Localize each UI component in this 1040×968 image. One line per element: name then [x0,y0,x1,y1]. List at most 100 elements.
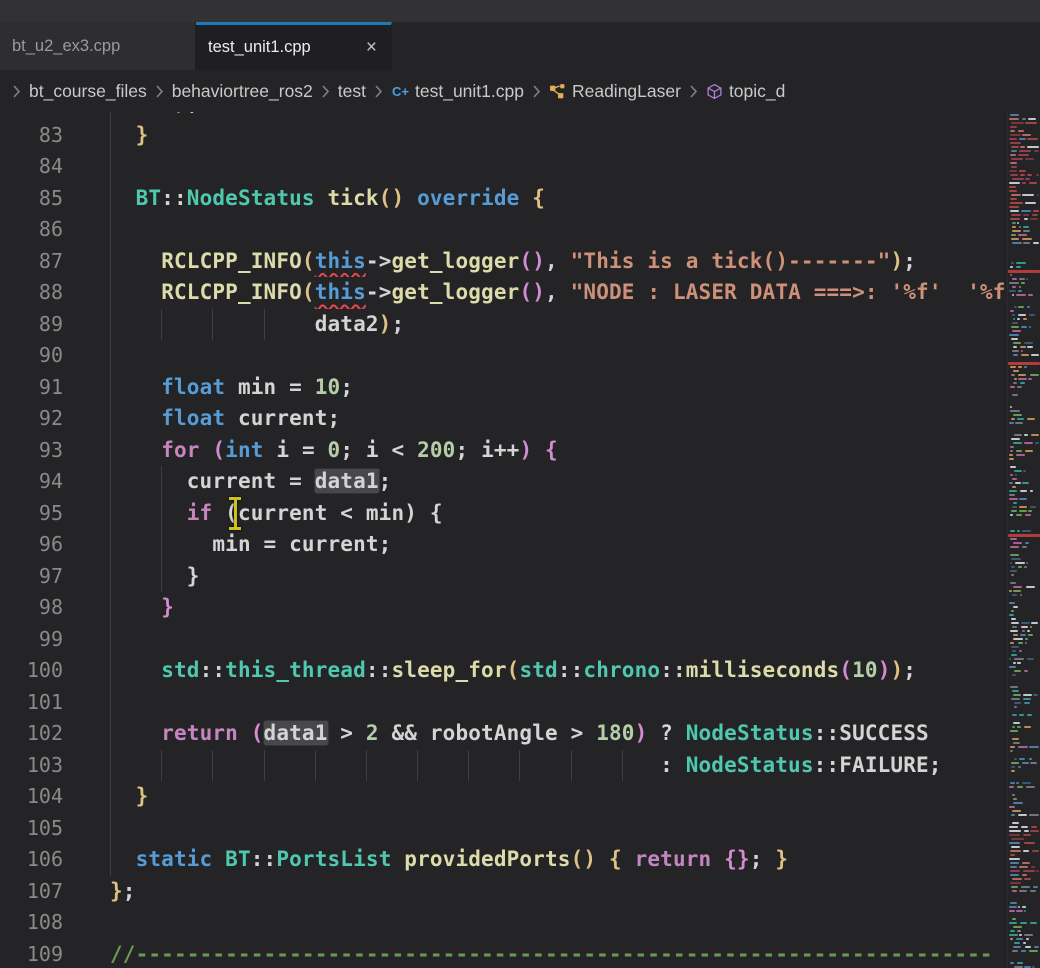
line-number[interactable]: 108 [0,907,63,939]
breadcrumb-item-test[interactable]: test [338,81,366,102]
breadcrumb-item-topic_d[interactable]: topic_d [706,81,785,102]
code-line[interactable]: float current; [63,403,1008,435]
code-line[interactable] [63,624,1008,656]
code-line[interactable]: std::this_thread::sleep_for(std::chrono:… [63,655,1008,687]
code-line[interactable]: static BT::PortsList providedPorts() { r… [63,844,1008,876]
minimap-row [1009,422,1013,424]
code-line[interactable]: //--------------------------------------… [63,939,1008,968]
code-token: ) [890,249,903,273]
minimap-row [1022,862,1031,864]
code-token: :: [200,658,226,682]
editor-line: 102 return (data1 > 2 && robotAngle > 18… [0,718,1008,750]
minimap-row [1013,542,1022,544]
code-line[interactable]: } [63,561,1008,593]
code-line[interactable]: return (data1 > 2 && robotAngle > 180) ?… [63,718,1008,750]
code-line[interactable]: current = data1; [63,466,1008,498]
minimap-row [1010,446,1014,448]
minimap-row [1009,826,1018,828]
line-number[interactable]: 92 [0,403,63,435]
code-line[interactable]: "); [63,112,1008,120]
minimap-row [1020,634,1026,636]
minimap-row [1014,378,1017,380]
code-line[interactable]: float min = 10; [63,372,1008,404]
indent-guide [110,214,111,246]
minimap-row [1013,694,1022,696]
code-token: ; [123,879,136,903]
line-number[interactable]: 109 [0,939,63,968]
minimap-row [1022,630,1025,632]
breadcrumb-item-ReadingLaser[interactable]: ReadingLaser [549,81,681,102]
minimap-row [1010,406,1012,408]
breadcrumb-item-test_unit1.cpp[interactable]: C+test_unit1.cpp [391,81,524,102]
code-line[interactable]: : NodeStatus::FAILURE; [63,750,1008,782]
minimap-row [1011,158,1024,160]
line-number[interactable]: 103 [0,750,63,782]
breadcrumb-item-bt_course_files[interactable]: bt_course_files [29,81,147,102]
tab-bt_u2_ex3.cpp[interactable]: bt_u2_ex3.cpp [0,22,196,70]
code-token: :: [660,658,686,682]
line-number[interactable]: 89 [0,309,63,341]
code-line[interactable]: }; [63,876,1008,908]
code-line[interactable]: min = current; [63,529,1008,561]
line-number[interactable]: 104 [0,781,63,813]
line-number[interactable]: 85 [0,183,63,215]
code-line[interactable]: data2); [63,309,1008,341]
line-number[interactable]: 99 [0,624,63,656]
line-number[interactable]: 83 [0,120,63,152]
minimap-row [1009,906,1017,908]
code-line[interactable] [63,687,1008,719]
line-number[interactable] [0,112,63,120]
line-number[interactable]: 96 [0,529,63,561]
breadcrumb-item-behaviortree_ros2[interactable]: behaviortree_ros2 [172,81,313,102]
code-line[interactable]: if (current < min) { [63,498,1008,530]
minimap-row [1016,450,1023,452]
minimap-row [1012,242,1022,244]
line-number[interactable]: 100 [0,655,63,687]
minimap-row [1022,782,1031,784]
minimap-row [1013,638,1023,640]
line-number[interactable]: 93 [0,435,63,467]
code-line[interactable]: } [63,120,1008,152]
minimap-row [1026,938,1028,940]
line-number[interactable]: 101 [0,687,63,719]
code-editor[interactable]: ");83 }8485 BT::NodeStatus tick() overri… [0,112,1008,968]
minimap[interactable] [1007,112,1040,968]
line-number[interactable]: 97 [0,561,63,593]
code-line[interactable] [63,151,1008,183]
minimap-row [1012,226,1016,228]
code-line[interactable] [63,813,1008,845]
code-token: get_logger [392,249,520,273]
line-number[interactable]: 86 [0,214,63,246]
line-number[interactable]: 98 [0,592,63,624]
minimap-row [1022,238,1032,240]
code-line[interactable] [63,340,1008,372]
minimap-row [1012,230,1020,232]
minimap-row [1030,922,1037,924]
line-number[interactable]: 91 [0,372,63,404]
line-number[interactable]: 106 [0,844,63,876]
minimap-row [1010,570,1017,572]
line-number[interactable]: 107 [0,876,63,908]
code-line[interactable]: } [63,592,1008,624]
line-number[interactable]: 88 [0,277,63,309]
code-line[interactable]: } [63,781,1008,813]
code-line[interactable] [63,907,1008,939]
code-line[interactable] [63,214,1008,246]
minimap-row [1013,502,1017,504]
minimap-row [1009,170,1016,172]
line-number[interactable]: 95 [0,498,63,530]
line-number[interactable]: 94 [0,466,63,498]
line-number[interactable]: 87 [0,246,63,278]
line-number[interactable]: 105 [0,813,63,845]
tab-test_unit1.cpp[interactable]: test_unit1.cpp× [196,22,392,70]
line-number[interactable]: 84 [0,151,63,183]
line-number[interactable]: 90 [0,340,63,372]
code-line[interactable]: BT::NodeStatus tick() override { [63,183,1008,215]
minimap-row [1009,658,1011,660]
line-number[interactable]: 102 [0,718,63,750]
code-line[interactable]: for (int i = 0; i < 200; i++) { [63,435,1008,467]
code-text: static BT::PortsList providedPorts() { r… [110,847,788,871]
code-line[interactable]: RCLCPP_INFO(this->get_logger(), "NODE : … [63,277,1008,309]
code-line[interactable]: RCLCPP_INFO(this->get_logger(), "This is… [63,246,1008,278]
tab-close-icon[interactable]: × [366,38,377,57]
